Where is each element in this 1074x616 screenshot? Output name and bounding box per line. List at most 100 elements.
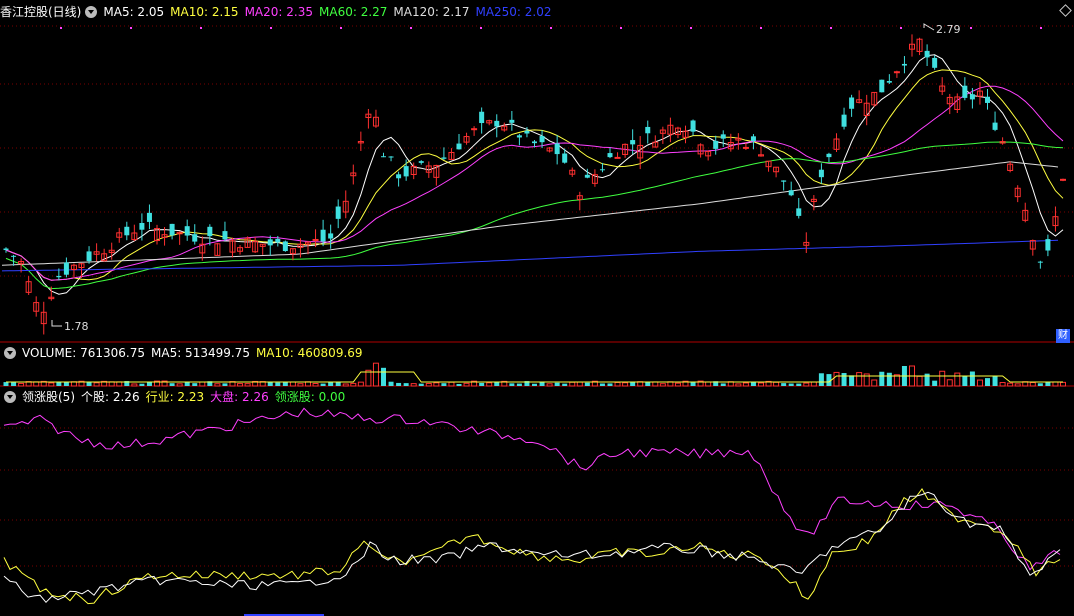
volume-settings-icon[interactable] (4, 347, 16, 359)
volume-bar (214, 383, 221, 387)
grid-tick (620, 27, 622, 29)
volume-bar (576, 381, 583, 387)
candle-body (56, 275, 62, 278)
candle-body (403, 166, 409, 177)
chart-canvas[interactable]: 2.79 1.78 (0, 0, 1074, 616)
volume-bar (773, 381, 780, 387)
candle-body (184, 226, 190, 236)
candle-body (312, 238, 319, 241)
volume-bar (176, 383, 183, 387)
candle-body (932, 57, 938, 68)
volume-bar (509, 383, 515, 386)
candle-body (456, 143, 462, 150)
volume-bar (486, 382, 493, 387)
volume-bar (320, 383, 326, 386)
grid-tick (830, 27, 832, 29)
grid-tick (270, 27, 272, 29)
volume-bar (886, 372, 892, 386)
volume-bar (849, 375, 855, 386)
volume-bar (63, 382, 69, 386)
candle-body (441, 157, 447, 159)
candle-body (169, 223, 175, 236)
indicator-item: 个股: 2.26 (81, 390, 140, 404)
grid-tick (760, 27, 762, 29)
volume-bar (720, 383, 726, 386)
grid-tick (900, 27, 902, 29)
candle-body (509, 119, 515, 123)
volume-bar (916, 375, 923, 387)
volume-bar (463, 382, 470, 387)
ma-item: MA10: 2.15 (170, 5, 239, 19)
volume-bar (403, 383, 409, 386)
high-marker (923, 23, 935, 31)
candle-body (516, 135, 522, 138)
volume-bar (275, 382, 281, 386)
volume-bar (433, 382, 440, 387)
volume-bar (1007, 382, 1014, 387)
volume-bar (388, 381, 394, 386)
volume-bar (562, 383, 568, 386)
indicator-item: 领涨股(5) (22, 390, 75, 404)
volume-bar (674, 382, 681, 387)
ma-item: MA250: 2.02 (475, 5, 552, 19)
volume-bar (48, 382, 55, 387)
volume-bar (396, 382, 402, 386)
candle-body (796, 208, 802, 216)
volume-bar (985, 378, 990, 386)
volume-bar (622, 382, 629, 387)
volume-bar (244, 383, 251, 387)
stock-line (3, 491, 1061, 604)
volume-bar (569, 381, 576, 387)
volume-bar (705, 381, 712, 387)
volume-bar (969, 371, 975, 386)
grid-tick (550, 27, 552, 29)
candle-body (893, 71, 900, 74)
volume-bar (169, 383, 175, 386)
volume-bar (584, 382, 590, 386)
candle-body (969, 94, 975, 100)
volume-bar (803, 382, 810, 387)
high-price-label: 2.79 (936, 23, 961, 36)
volume-bar (1037, 383, 1043, 386)
volume-bar (652, 381, 659, 387)
candle-body (607, 153, 613, 158)
market-line (3, 407, 1061, 571)
volume-bar (494, 382, 500, 386)
ma250-line (1, 239, 1059, 272)
volume-bar (237, 383, 244, 387)
stock-title[interactable]: 香江控股(日线) (0, 5, 81, 19)
volume-bar (372, 362, 379, 387)
candle-body (532, 141, 537, 144)
volume-bar (758, 382, 764, 387)
candle-body (841, 114, 847, 127)
candle-body (381, 156, 386, 158)
candle-body (63, 262, 69, 275)
candle-body (645, 126, 651, 134)
volume-bar (599, 383, 605, 386)
volume-bar (962, 376, 968, 386)
candle-body (584, 174, 590, 178)
volume-bar (335, 381, 341, 386)
volume-bar (289, 381, 296, 387)
grid-tick (130, 27, 132, 29)
indicator-settings-icon[interactable] (4, 391, 16, 403)
candle-body (879, 79, 885, 93)
candle-body (788, 190, 794, 196)
volume-item: VOLUME: 761306.75 (22, 346, 145, 360)
candle-body (3, 248, 9, 251)
candle-body (267, 239, 273, 246)
volume-bar (312, 383, 319, 387)
ma-settings-icon[interactable] (85, 6, 98, 18)
candle-body (1045, 239, 1051, 251)
candle-body (690, 120, 696, 132)
volume-bar (1045, 382, 1051, 386)
candle-body (818, 169, 824, 178)
ma-item: MA60: 2.27 (319, 5, 388, 19)
finance-button[interactable]: 财 (1056, 329, 1070, 343)
candle-body (901, 63, 907, 66)
candle-body (849, 97, 855, 109)
grid-tick (690, 27, 692, 29)
volume-bar (146, 382, 152, 386)
volume-bar (222, 383, 228, 386)
candle-body (494, 120, 500, 127)
